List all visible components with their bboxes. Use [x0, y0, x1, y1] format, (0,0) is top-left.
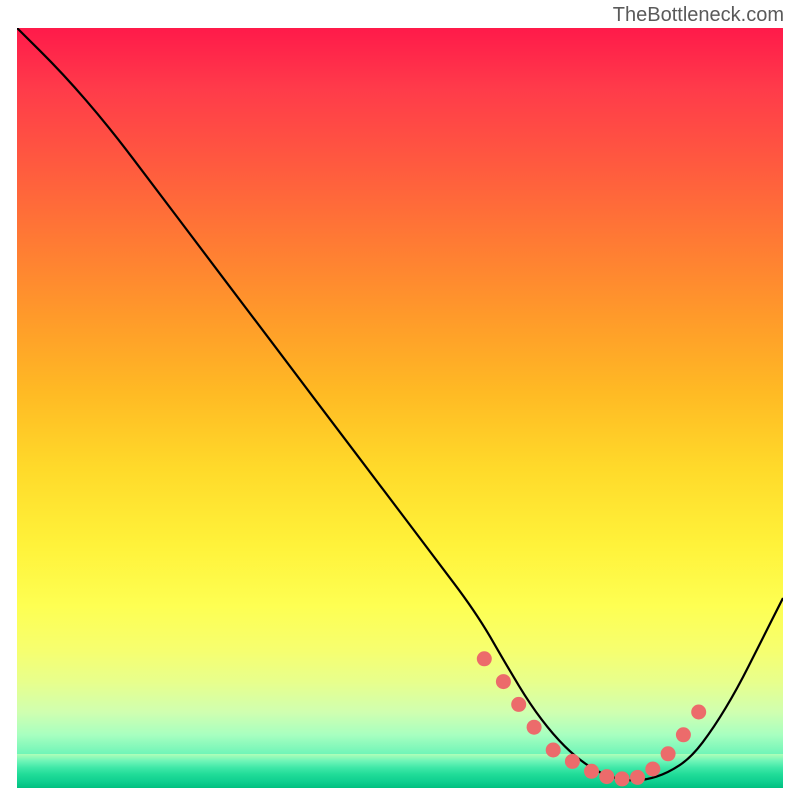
marker-dot: [496, 674, 511, 689]
marker-dot: [477, 651, 492, 666]
marker-dot: [511, 697, 526, 712]
attribution-text: TheBottleneck.com: [613, 4, 784, 27]
marker-dot: [691, 705, 706, 720]
marker-dot: [565, 754, 580, 769]
plot-area: [17, 28, 783, 788]
marker-dot: [661, 746, 676, 761]
marker-dot: [630, 770, 645, 785]
chart-container: TheBottleneck.com: [0, 0, 800, 800]
bottleneck-curve: [17, 28, 783, 780]
marker-dot: [645, 762, 660, 777]
marker-dot: [546, 743, 561, 758]
marker-dot: [584, 764, 599, 779]
marker-dot: [676, 727, 691, 742]
marker-dot: [615, 771, 630, 786]
chart-svg: [17, 28, 783, 788]
marker-dot: [527, 720, 542, 735]
marker-dot: [599, 769, 614, 784]
